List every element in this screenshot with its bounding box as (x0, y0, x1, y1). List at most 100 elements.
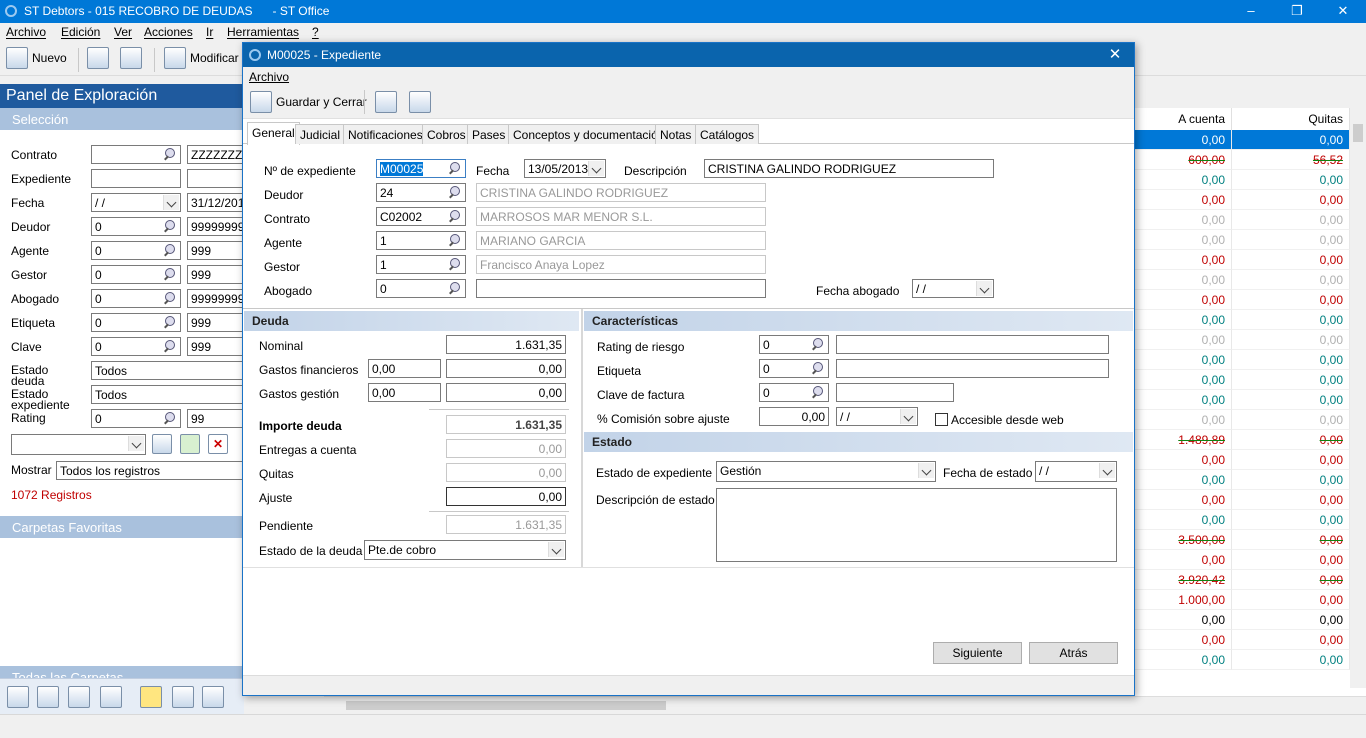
dialog-preview-button[interactable] (375, 91, 397, 113)
search-icon[interactable] (448, 282, 461, 295)
table-view-icon[interactable] (7, 686, 29, 708)
chevron-down-icon[interactable] (548, 542, 564, 557)
todas-header[interactable]: Todas las Carpetas (0, 666, 244, 678)
descripcion-estado-textarea[interactable] (716, 488, 1117, 562)
print-button[interactable] (120, 47, 142, 69)
atras-button[interactable]: Atrás (1029, 642, 1118, 664)
table-row[interactable]: 0,00 0,00 (1135, 630, 1350, 650)
table-row[interactable]: 0,00 0,00 (1135, 190, 1350, 210)
search-icon[interactable] (163, 316, 176, 329)
search-icon[interactable] (163, 220, 176, 233)
estado-deuda-select[interactable]: Todos (91, 361, 244, 380)
preview-button[interactable] (87, 47, 109, 69)
table-row[interactable]: 0,00 0,00 (1135, 250, 1350, 270)
dialog-menu-archivo[interactable]: Archivo (249, 70, 289, 84)
scrollbar-thumb[interactable] (346, 701, 666, 710)
tab-general[interactable]: General (247, 122, 300, 145)
table-row[interactable]: 0,00 0,00 (1135, 450, 1350, 470)
minimize-button[interactable]: – (1228, 0, 1274, 23)
comision-fecha-input[interactable]: / / (836, 407, 918, 426)
col-header-quitas[interactable]: Quitas (1232, 108, 1350, 130)
gastos-gestion-pct-input[interactable]: 0,00 (368, 383, 441, 402)
calendar-icon[interactable] (152, 434, 172, 454)
dialog-print-button[interactable] (409, 91, 431, 113)
search-icon[interactable] (163, 268, 176, 281)
maximize-button[interactable]: ❐ (1274, 0, 1320, 23)
comision-input[interactable]: 0,00 (759, 407, 829, 426)
table-row[interactable]: 1.489,89 0,00 (1135, 430, 1350, 450)
fecha-to-input[interactable]: 31/12/2017 (187, 193, 244, 212)
table-row[interactable]: 0,00 0,00 (1135, 410, 1350, 430)
estado-expediente-select[interactable]: Todos (91, 385, 244, 404)
search-icon[interactable] (448, 162, 461, 175)
menu-herramientas[interactable]: Herramientas (227, 25, 299, 39)
deudor-to-input[interactable]: 9999999999 (187, 217, 244, 236)
chevron-down-icon[interactable] (128, 436, 144, 451)
favoritas-header[interactable]: Carpetas Favoritas (0, 516, 244, 538)
table-row[interactable]: 0,00 0,00 (1135, 390, 1350, 410)
menu-help[interactable]: ? (312, 25, 319, 39)
table-row[interactable]: 0,00 0,00 (1135, 550, 1350, 570)
fecha-from-input[interactable]: / / (91, 193, 181, 212)
siguiente-button[interactable]: Siguiente (933, 642, 1022, 664)
table-row[interactable]: 0,00 0,00 (1135, 270, 1350, 290)
archive-icon[interactable] (172, 686, 194, 708)
close-button[interactable]: ✕ (1320, 0, 1366, 23)
tab-conceptos[interactable]: Conceptos y documentación (508, 124, 670, 144)
search-icon[interactable] (448, 234, 461, 247)
chevron-down-icon[interactable] (1099, 463, 1115, 478)
search-icon[interactable] (163, 340, 176, 353)
table-row[interactable]: 0,00 0,00 (1135, 210, 1350, 230)
col-header-a-cuenta[interactable]: A cuenta (1135, 108, 1232, 130)
fecha-estado-input[interactable]: / / (1035, 461, 1117, 482)
fecha-input[interactable]: 13/05/2013 (524, 159, 606, 178)
table-row[interactable]: 0,00 0,00 (1135, 310, 1350, 330)
clear-filter-icon[interactable]: ✕ (208, 434, 228, 454)
search-icon[interactable] (163, 148, 176, 161)
search-icon[interactable] (811, 362, 824, 375)
table-row[interactable]: 0,00 0,00 (1135, 290, 1350, 310)
table-row[interactable]: 3.500,00 0,00 (1135, 530, 1350, 550)
contact-card-icon[interactable] (68, 686, 90, 708)
menu-edicion[interactable]: Edición (61, 25, 100, 39)
table-row[interactable]: 0,00 0,00 (1135, 370, 1350, 390)
expediente-from-input[interactable] (91, 169, 181, 188)
search-icon[interactable] (448, 210, 461, 223)
search-icon[interactable] (163, 412, 176, 425)
menu-ver[interactable]: Ver (114, 25, 132, 39)
search-icon[interactable] (448, 186, 461, 199)
estado-expediente-select[interactable]: Gestión (716, 461, 936, 482)
tab-catalogos[interactable]: Catálogos (695, 124, 760, 144)
refresh-icon[interactable] (180, 434, 200, 454)
search-icon[interactable] (448, 258, 461, 271)
gastos-financieros-input[interactable]: 0,00 (446, 359, 566, 378)
clave-to-input[interactable]: 999 (187, 337, 244, 356)
search-icon[interactable] (811, 338, 824, 351)
abogado-to-input[interactable]: 9999999999 (187, 289, 244, 308)
table-row[interactable]: 0,00 0,00 (1135, 170, 1350, 190)
table-row[interactable]: 0,00 0,00 (1135, 650, 1350, 670)
table-row[interactable]: 0,00 0,00 (1135, 330, 1350, 350)
tab-cobros[interactable]: Cobros (422, 124, 471, 144)
table-row[interactable]: 0,00 0,00 (1135, 130, 1350, 150)
chevron-down-icon[interactable] (900, 409, 916, 424)
accesible-web-checkbox[interactable] (935, 413, 948, 426)
gestor-to-input[interactable]: 999 (187, 265, 244, 284)
guardar-cerrar-button[interactable]: Guardar y Cerrar (250, 91, 367, 113)
table-row[interactable]: 3.920,42 0,00 (1135, 570, 1350, 590)
table-row[interactable]: 0,00 0,00 (1135, 350, 1350, 370)
rating-to-input[interactable]: 99 (187, 409, 244, 428)
chevron-down-icon[interactable] (976, 281, 992, 296)
menu-ir[interactable]: Ir (206, 25, 213, 39)
gastos-financieros-pct-input[interactable]: 0,00 (368, 359, 441, 378)
table-row[interactable]: 0,00 0,00 (1135, 510, 1350, 530)
search-icon[interactable] (811, 386, 824, 399)
dialog-close-button[interactable]: ✕ (1096, 43, 1134, 67)
tab-notas[interactable]: Notas (655, 124, 697, 144)
mostrar-select[interactable]: Todos los registros (56, 461, 244, 480)
descripcion-input[interactable]: CRISTINA GALINDO RODRIGUEZ (704, 159, 994, 178)
tab-judicial[interactable]: Judicial (295, 124, 346, 144)
search-icon[interactable] (163, 244, 176, 257)
etiqueta-to-input[interactable]: 999 (187, 313, 244, 332)
table-row[interactable]: 1.000,00 0,00 (1135, 590, 1350, 610)
